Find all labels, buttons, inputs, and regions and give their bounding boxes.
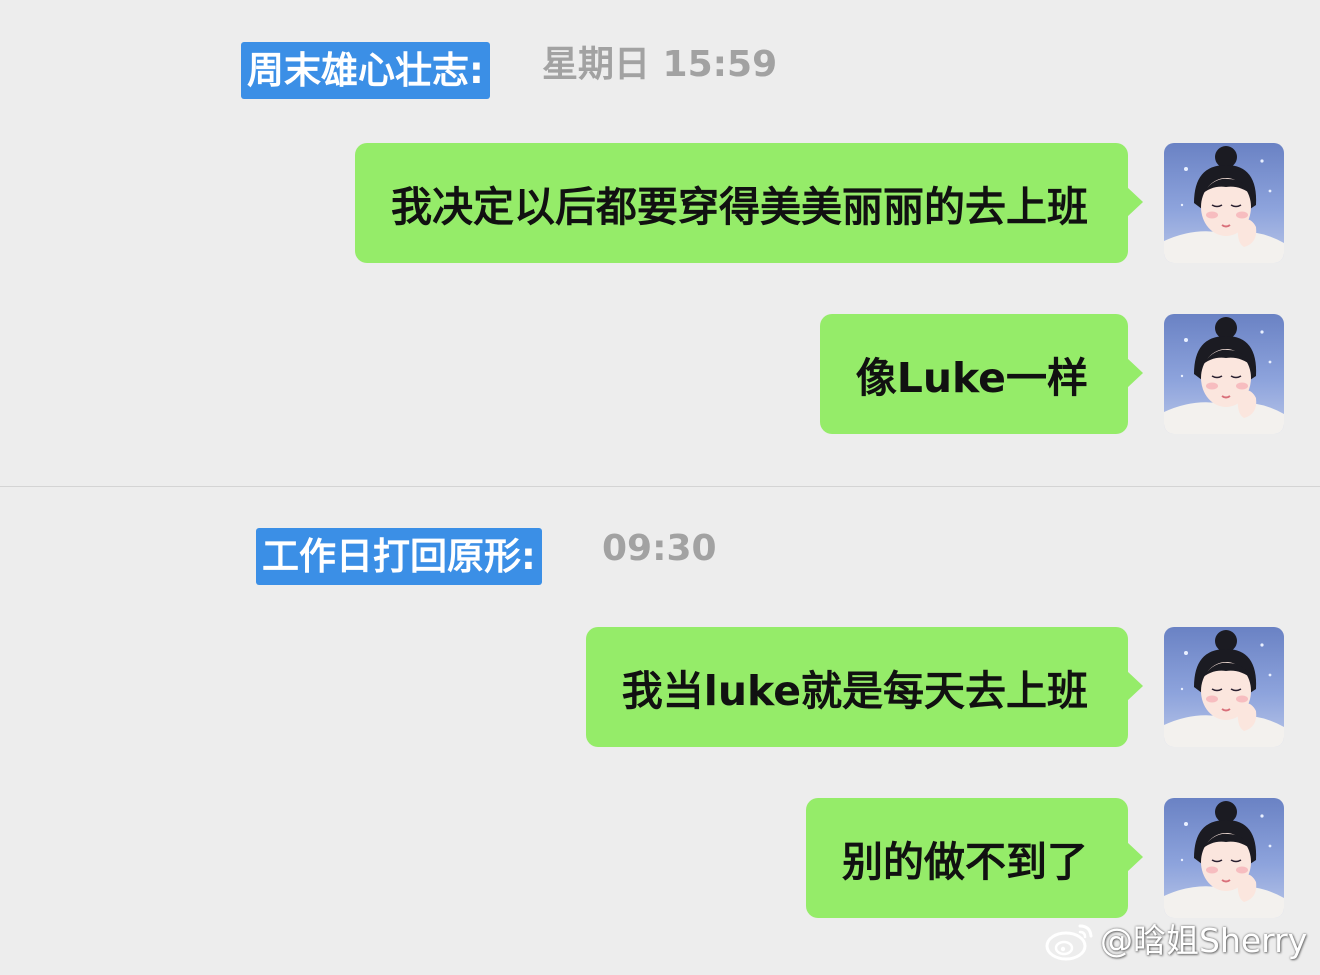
avatar[interactable] bbox=[1164, 798, 1284, 918]
avatar[interactable] bbox=[1164, 314, 1284, 434]
message-text: 我当luke就是每天去上班 bbox=[621, 667, 1088, 715]
avatar-illustration bbox=[1164, 317, 1284, 434]
chat-bubble[interactable]: 我决定以后都要穿得美美丽丽的去上班 bbox=[355, 143, 1143, 263]
chat-bubble[interactable]: 像Luke一样 bbox=[819, 314, 1144, 434]
chat-bubble[interactable]: 别的做不到了 bbox=[806, 798, 1143, 918]
timestamp-weekend: 星期日 15:59 bbox=[542, 44, 778, 85]
avatar[interactable] bbox=[1164, 627, 1284, 747]
section-divider bbox=[0, 486, 1320, 487]
avatar-illustration bbox=[1164, 801, 1284, 918]
avatar-illustration bbox=[1164, 630, 1284, 747]
section-label-workday: 工作日打回原形: bbox=[256, 528, 542, 585]
message-text: 像Luke一样 bbox=[855, 354, 1088, 402]
chat-bubble[interactable]: 我当luke就是每天去上班 bbox=[585, 627, 1144, 747]
weibo-icon bbox=[1045, 924, 1093, 961]
avatar-illustration bbox=[1164, 146, 1284, 263]
avatar[interactable] bbox=[1164, 143, 1284, 263]
watermark: @晗姐Sherry bbox=[1044, 918, 1307, 962]
watermark-text: @晗姐Sherry bbox=[1100, 920, 1308, 960]
timestamp-workday: 09:30 bbox=[602, 528, 717, 569]
message-text: 别的做不到了 bbox=[842, 838, 1088, 886]
message-text: 我决定以后都要穿得美美丽丽的去上班 bbox=[391, 183, 1088, 231]
section-label-weekend: 周末雄心壮志: bbox=[241, 42, 490, 99]
